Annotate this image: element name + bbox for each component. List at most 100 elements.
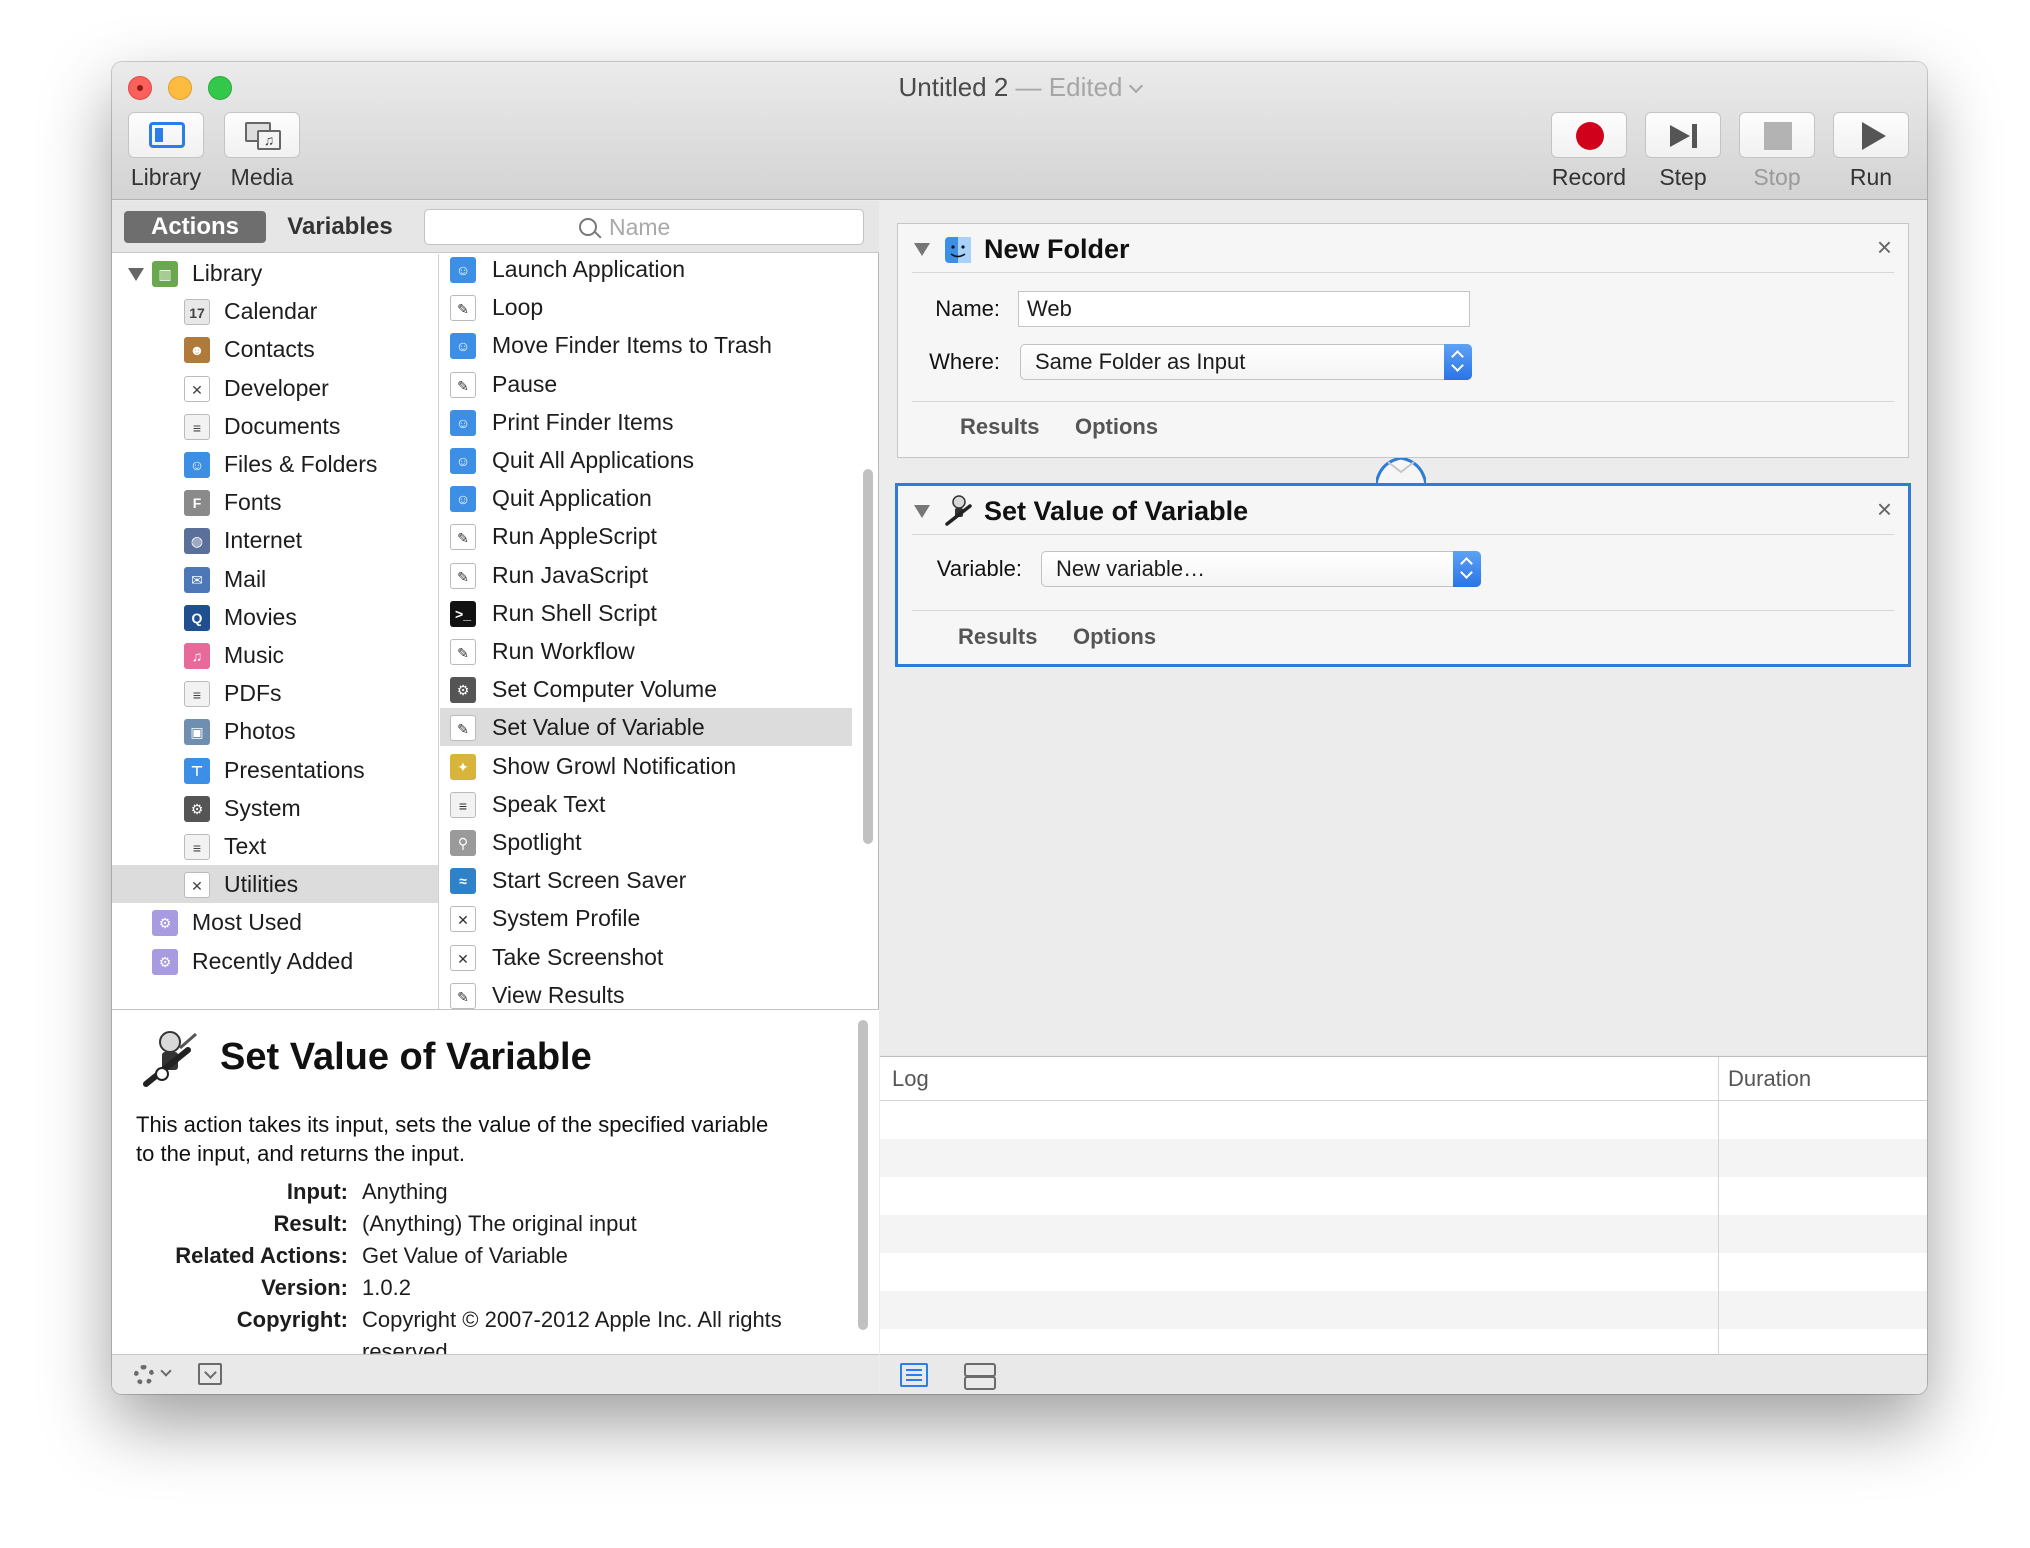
action-item[interactable]: ✎ Set Value of Variable [440,708,852,747]
action-item[interactable]: ⚙ Set Computer Volume [440,670,852,708]
category-item[interactable]: ⚙ System [112,789,438,827]
category-item[interactable]: ▣ Photos [112,712,438,750]
category-item[interactable]: ▥ Library [112,254,438,292]
action-item[interactable]: ✎ Run JavaScript [440,556,852,594]
run-button[interactable] [1833,112,1909,158]
popup-stepper-icon [1444,344,1472,380]
action-item[interactable]: ☺ Quit All Applications [440,441,852,479]
action-item[interactable]: ✎ Pause [440,365,852,403]
search-input[interactable]: Name [424,209,864,245]
action-item[interactable]: ≡ Speak Text [440,785,852,823]
workflow-area[interactable]: New Folder × Name: Web Where: Same Folde… [880,201,1927,1055]
category-item[interactable]: ☻ Contacts [112,330,438,368]
disclosure-triangle-icon[interactable] [914,505,930,518]
action-item[interactable]: ☺ Launch Application [440,254,852,288]
category-label: Most Used [192,909,302,936]
action-label: View Results [492,981,625,1008]
description-toggle-icon[interactable] [198,1363,222,1385]
action-item[interactable]: >_ Run Shell Script [440,594,852,632]
category-label: Presentations [224,756,365,783]
action-item[interactable]: ✎ View Results [440,976,852,1009]
folder-name-field[interactable]: Web [1018,291,1470,327]
category-item[interactable]: ⊤ Presentations [112,751,438,789]
action-item[interactable]: ☺ Print Finder Items [440,403,852,441]
category-label: Mail [224,565,267,592]
automator-robot-icon: ✎ [450,715,476,742]
set-value-of-variable-action-card[interactable]: Set Value of Variable × Variable: New va… [895,483,1911,667]
description-scrollbar[interactable] [858,1020,868,1330]
category-item[interactable]: ☺ Files & Folders [112,445,438,483]
library-button[interactable] [128,112,204,158]
chevron-down-icon[interactable] [1128,78,1143,94]
card-title: Set Value of Variable [984,496,1249,526]
action-item[interactable]: ✎ Loop [440,288,852,326]
field-value: Anything [362,1179,448,1204]
name-label: Name: [935,296,1000,321]
window-title[interactable]: Untitled 2 — Edited [112,72,1927,103]
stop-button[interactable] [1739,112,1815,158]
split-view-icon[interactable] [964,1363,996,1390]
category-item[interactable]: ≡ Text [112,827,438,865]
category-item[interactable]: ≡ Documents [112,407,438,445]
category-item[interactable]: ✕ Developer [112,369,438,407]
field-key: Result: [273,1211,348,1236]
tab-actions[interactable]: Actions [124,211,266,243]
category-item[interactable]: F Fonts [112,483,438,521]
field-value: Copyright © 2007-2012 Apple Inc. All rig… [362,1307,782,1354]
action-item[interactable]: ✦ Show Growl Notification [440,747,852,785]
card-title: New Folder [984,234,1130,264]
action-item[interactable]: ✕ Take Screenshot [440,938,852,976]
search-icon [579,218,597,236]
results-tab[interactable]: Results [958,624,1037,650]
category-item[interactable]: ♫ Music [112,636,438,674]
options-tab[interactable]: Options [1075,414,1158,440]
action-item[interactable]: ☺ Move Finder Items to Trash [440,326,852,364]
disclosure-triangle-icon[interactable] [914,243,930,256]
finder-icon: ☺ [450,333,476,360]
smart-folder-icon: ⚙ [152,948,178,975]
record-button[interactable] [1551,112,1627,158]
category-item[interactable]: ≡ PDFs [112,674,438,712]
where-popup[interactable]: Same Folder as Input [1020,344,1472,380]
disclosure-triangle-icon[interactable] [128,268,144,281]
action-item[interactable]: ✎ Run Workflow [440,632,852,670]
scrollbar-thumb[interactable] [863,469,873,844]
category-item[interactable]: ⚙ Recently Added [112,942,438,980]
action-item[interactable]: ✕ System Profile [440,899,852,937]
category-label: Contacts [224,336,315,363]
document-name: Untitled 2 [898,72,1009,102]
media-button[interactable]: ♫ [224,112,300,158]
action-item[interactable]: ☺ Quit Application [440,479,852,517]
close-icon[interactable]: × [1877,494,1892,525]
category-item[interactable]: ⚙ Most Used [112,903,438,941]
category-item[interactable]: 17 Calendar [112,292,438,330]
tab-variables[interactable]: Variables [270,211,410,243]
category-item[interactable]: ✕ Utilities [112,865,438,904]
list-view-icon[interactable] [900,1363,928,1387]
variable-popup[interactable]: New variable… [1041,551,1481,587]
results-tab[interactable]: Results [960,414,1039,440]
field-value: (Anything) The original input [362,1211,637,1236]
action-item[interactable]: ≈ Start Screen Saver [440,861,852,899]
titlebar-toolbar: Untitled 2 — Edited Library ♫ Media Reco… [112,62,1927,200]
new-folder-action-card[interactable]: New Folder × Name: Web Where: Same Folde… [897,223,1909,458]
duration-column-header[interactable]: Duration [1728,1066,1811,1092]
log-column-header[interactable]: Log [892,1066,929,1092]
action-item[interactable]: ⚲ Spotlight [440,823,852,861]
description-body: This action takes its input, sets the va… [136,1112,769,1166]
gear-icon[interactable] [134,1365,154,1385]
options-tab[interactable]: Options [1073,624,1156,650]
action-item[interactable]: ✎ Run AppleScript [440,517,852,555]
category-item[interactable]: ◍ Internet [112,521,438,559]
action-label: Set Value of Variable [492,714,705,741]
close-icon[interactable]: × [1877,232,1892,263]
chevron-down-icon[interactable] [160,1365,172,1377]
workflow-pane: New Folder × Name: Web Where: Same Folde… [880,201,1927,1394]
description-field: Copyright: Copyright © 2007-2012 Apple In… [136,1304,856,1354]
action-list-scrollbar[interactable] [858,254,878,1009]
category-item[interactable]: ✉ Mail [112,560,438,598]
category-label: Utilities [224,871,299,898]
edited-status: Edited [1048,72,1123,102]
category-item[interactable]: Q Movies [112,598,438,636]
step-button[interactable] [1645,112,1721,158]
